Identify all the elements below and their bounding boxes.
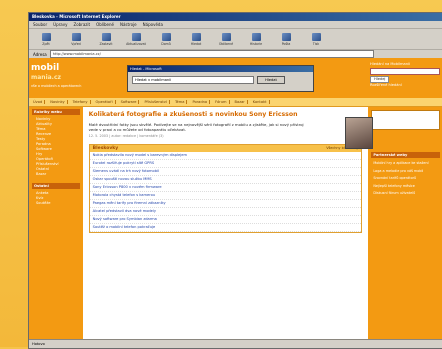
header-search-input[interactable]	[370, 68, 440, 75]
news-row[interactable]: Nový software pro Symbian zdarma	[89, 216, 362, 224]
header-search-button[interactable]: Hledej	[370, 76, 390, 83]
news-row[interactable]: Paegas mění tarify pro firemní zákazníky	[89, 200, 362, 208]
news-row[interactable]: Oskar spouští novou službu MMS	[89, 176, 362, 184]
search-button[interactable]: Hledat	[183, 31, 209, 47]
nav-item[interactable]: Příslušenství	[142, 100, 170, 104]
left-sidebar: Rubriky webu Novinky Aktuality Téma Rece…	[29, 107, 83, 340]
menu-edit[interactable]: Úpravy	[53, 22, 67, 27]
news-row[interactable]: Motorola chystá telefon s kamerou	[89, 192, 362, 200]
forward-button[interactable]: Vpřed	[63, 31, 89, 47]
sidebar-link[interactable]: Soutěže	[32, 201, 80, 206]
nav-item[interactable]: Kontakt	[251, 100, 270, 104]
nav-item[interactable]: Poradna	[190, 100, 211, 104]
search-icon	[191, 32, 201, 41]
ad-banner[interactable]	[371, 110, 440, 130]
top-navigation: Úvod Novinky Telefony Operátoři Software…	[29, 98, 442, 107]
nav-item[interactable]: Novinky	[48, 100, 68, 104]
article-meta: 12. 5. 2003 | autor: redakce | komentáře…	[88, 133, 164, 138]
menu-favorites[interactable]: Oblíbené	[96, 22, 114, 27]
header-search: Hledání na Mobilmanii Hledej Rozšířené h…	[370, 62, 440, 88]
window-title: Bleskovka - Microsoft Internet Explorer	[29, 13, 442, 21]
site-header: mobil mania.cz vše o mobilech a operátor…	[29, 58, 442, 98]
menu-view[interactable]: Zobrazit	[73, 22, 90, 27]
dialog-search-button[interactable]: Hledat	[257, 76, 285, 84]
news-row[interactable]: Eurotel rozšiřuje pokrytí sítě GPRS	[89, 160, 362, 168]
nav-item[interactable]: Fórum	[213, 100, 230, 104]
forward-icon	[71, 32, 81, 41]
news-row[interactable]: Siemens uvádí na trh nový fotomobil	[89, 168, 362, 176]
sidebar-heading: Ostatní	[32, 183, 80, 189]
back-icon	[41, 32, 51, 41]
history-icon	[251, 32, 261, 41]
right-sidebar: Partnerské weby Mobilní hry a aplikace k…	[368, 107, 442, 340]
right-link[interactable]: Loga a melodie pro váš mobil	[371, 169, 440, 174]
sidebar-link[interactable]: Bazar	[32, 172, 80, 177]
nav-item[interactable]: Telefony	[71, 100, 91, 104]
right-link[interactable]: Srovnání tarifů operátorů	[371, 176, 440, 181]
right-link[interactable]: Mobilní hry a aplikace ke stažení	[371, 161, 440, 166]
web-page: mobil mania.cz vše o mobilech a operátor…	[29, 58, 442, 340]
article-title[interactable]: Kolikaterá fotografie a zkušenosti s nov…	[89, 111, 299, 119]
stop-button[interactable]: Zastavit	[93, 31, 119, 47]
home-icon	[161, 32, 171, 41]
address-label: Adresa	[33, 51, 47, 57]
star-icon	[221, 32, 231, 41]
right-heading: Partnerské weby	[371, 152, 440, 158]
sidebar-heading: Rubriky webu	[32, 109, 80, 115]
refresh-button[interactable]: Aktualizovat	[123, 31, 149, 47]
news-row[interactable]: Soutěž o mobilní telefon pokračuje	[89, 224, 362, 232]
nav-item[interactable]: Téma	[173, 100, 188, 104]
history-button[interactable]: Historie	[243, 31, 269, 47]
home-button[interactable]: Domů	[153, 31, 179, 47]
address-input[interactable]: http://www.mobilmania.cz/	[49, 50, 374, 58]
right-link[interactable]: Diskusní fórum uživatelů	[371, 191, 440, 196]
print-icon	[311, 32, 321, 41]
menu-help[interactable]: Nápověda	[143, 22, 163, 27]
news-box-title: Bleskovky	[92, 145, 119, 151]
browser-window: Bleskovka - Microsoft Internet Explorer …	[28, 12, 442, 349]
nav-item[interactable]: Operátoři	[94, 100, 116, 104]
back-button[interactable]: Zpět	[33, 31, 59, 47]
dialog-search-field[interactable]: Hledat v mobilmanii	[132, 76, 254, 84]
nav-item[interactable]: Bazar	[233, 100, 248, 104]
nav-item[interactable]: Úvod	[31, 100, 46, 104]
mail-button[interactable]: Pošta	[273, 31, 299, 47]
news-box: Bleskovky Všechny bleskovky Nokia předst…	[88, 143, 363, 233]
toolbar: Zpět Vpřed Zastavit Aktualizovat Domů Hl…	[29, 29, 442, 50]
menu-bar: Soubor Úpravy Zobrazit Oblíbené Nástroje…	[29, 21, 442, 29]
article-body: Malé dvoutřídní fotky jsou skvělé. Podív…	[88, 121, 304, 132]
menu-tools[interactable]: Nástroje	[120, 22, 137, 27]
article-photo[interactable]	[345, 117, 373, 149]
favorites-button[interactable]: Oblíbené	[213, 31, 239, 47]
mail-icon	[281, 32, 291, 41]
news-row[interactable]: Alcatel představil dva nové modely	[89, 208, 362, 216]
advanced-search-link[interactable]: Rozšířené hledání	[370, 83, 440, 88]
main-content: Kolikaterá fotografie a zkušenosti s nov…	[83, 107, 369, 340]
news-row[interactable]: Nokia představila nový model s barevným …	[89, 152, 362, 160]
right-link[interactable]: Nejlepší telefony měsíce	[371, 184, 440, 189]
stop-icon	[101, 32, 111, 41]
nav-item[interactable]: Software	[119, 100, 140, 104]
news-row[interactable]: Sony Ericsson P800 v novém firmware	[89, 184, 362, 192]
search-dialog: Hledat - Microsoft Hledat v mobilmanii H…	[127, 65, 314, 92]
print-button[interactable]: Tisk	[303, 31, 329, 47]
refresh-icon	[131, 32, 141, 41]
site-logo[interactable]: mobil mania.cz vše o mobilech a operátor…	[31, 64, 81, 89]
menu-file[interactable]: Soubor	[33, 22, 47, 27]
header-search-label: Hledání na Mobilmanii	[370, 62, 410, 66]
